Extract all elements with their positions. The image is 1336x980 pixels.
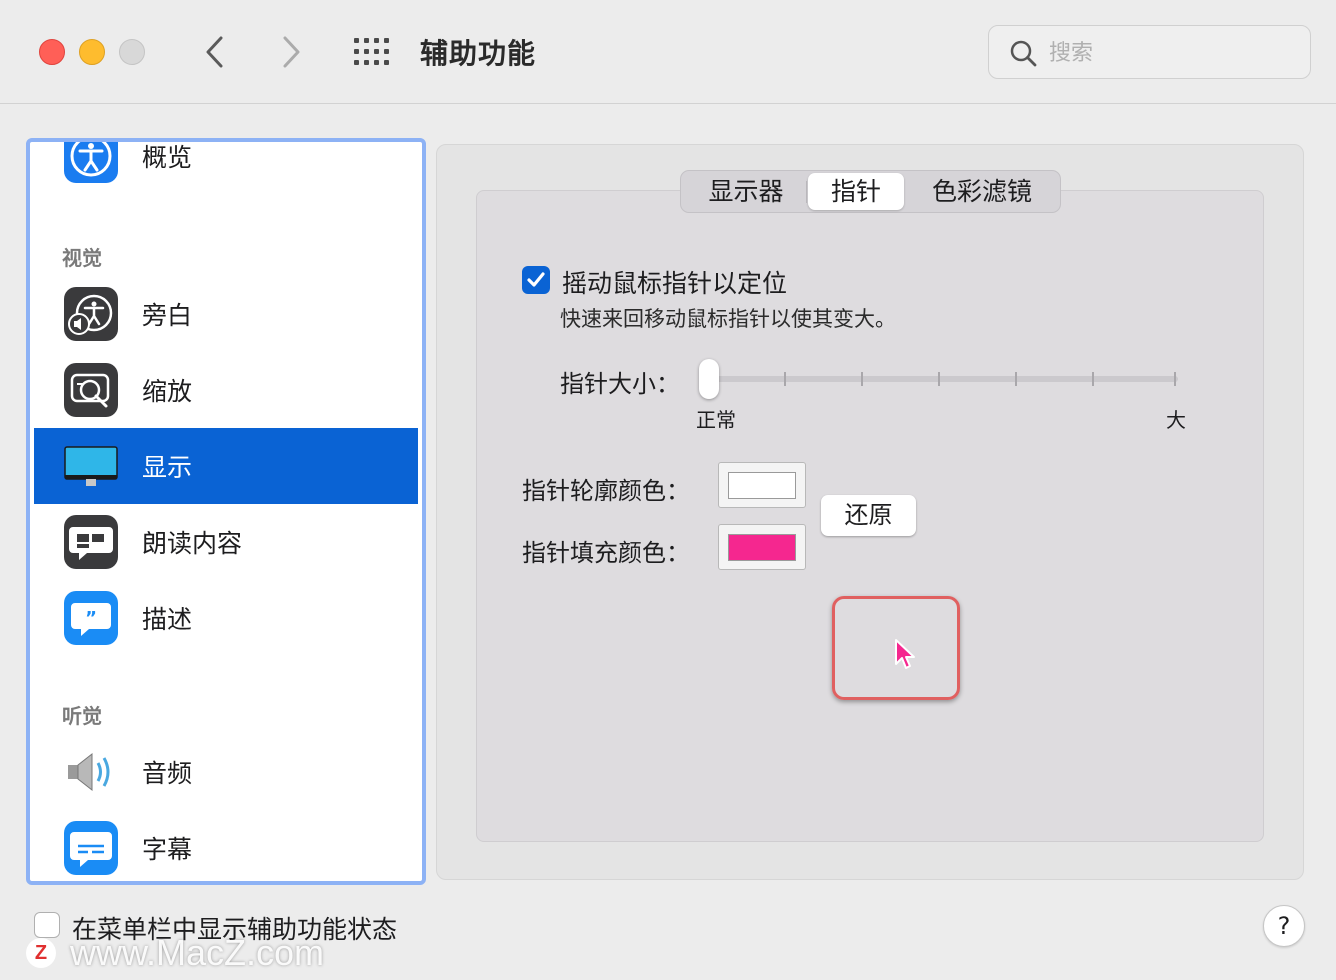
- svg-text:”: ”: [85, 608, 97, 629]
- slider-min-label: 正常: [696, 408, 736, 432]
- sidebar-item-label: 旁白: [142, 301, 193, 330]
- accessibility-icon: [64, 142, 118, 183]
- close-window-button[interactable]: [39, 39, 65, 65]
- zoom-icon: [64, 363, 118, 417]
- sidebar-item-audio[interactable]: 音频: [34, 734, 418, 810]
- window-title: 辅助功能: [420, 37, 537, 70]
- sidebar-item-label: 音频: [142, 759, 193, 788]
- descriptions-icon: ”: [64, 591, 118, 645]
- tab-display[interactable]: 显示器: [685, 173, 807, 210]
- shake-to-locate-description: 快速来回移动鼠标指针以使其变大。: [560, 307, 896, 331]
- sidebar-item-label: 描述: [142, 605, 193, 634]
- sidebar-item-descriptions[interactable]: ” 描述: [34, 580, 418, 656]
- pointer-fill-color-well[interactable]: [718, 524, 806, 570]
- shake-to-locate-label[interactable]: 摇动鼠标指针以定位: [562, 264, 787, 300]
- show-in-menubar-checkbox[interactable]: [34, 912, 60, 938]
- sidebar-item-label: 缩放: [142, 377, 193, 406]
- audio-speaker-icon: [68, 752, 110, 792]
- chevron-left-icon: [206, 36, 223, 68]
- shake-to-locate-checkbox[interactable]: [522, 266, 550, 294]
- outline-color-swatch: [728, 472, 796, 499]
- pointer-size-slider[interactable]: [708, 376, 1178, 382]
- help-button[interactable]: ?: [1263, 905, 1305, 947]
- sidebar-section-vision: 视觉: [62, 246, 102, 270]
- watermark-logo-icon: Z: [26, 938, 56, 968]
- checkmark-icon: [527, 272, 545, 287]
- tab-pointer[interactable]: 指针: [808, 173, 904, 210]
- chevron-right-icon: [283, 36, 300, 68]
- slider-tick: [1092, 372, 1094, 386]
- tab-color-filters[interactable]: 色彩滤镜: [907, 173, 1057, 210]
- sidebar-item-label: 字幕: [142, 835, 193, 864]
- minimize-window-button[interactable]: [79, 39, 105, 65]
- pointer-outline-color-well[interactable]: [718, 462, 806, 508]
- sidebar-item-voiceover[interactable]: 旁白: [34, 276, 418, 352]
- title-bar: 辅助功能: [0, 0, 1336, 104]
- watermark-text: www.MacZ.com: [70, 932, 325, 973]
- slider-max-label: 大: [1166, 408, 1186, 432]
- slider-tick: [784, 372, 786, 386]
- search-field[interactable]: [988, 25, 1311, 79]
- sidebar-item-display[interactable]: 显示: [34, 428, 418, 504]
- captions-icon: [64, 821, 118, 875]
- spoken-content-icon: [64, 515, 118, 569]
- search-input[interactable]: [1049, 36, 1289, 70]
- sidebar-item-zoom[interactable]: 缩放: [34, 352, 418, 428]
- show-all-button[interactable]: [352, 36, 392, 68]
- mouse-pointer-icon: [895, 639, 915, 669]
- slider-tick: [1015, 372, 1017, 386]
- pointer-size-slider-knob[interactable]: [699, 359, 719, 399]
- pointer-outline-color-label: 指针轮廓颜色：: [522, 477, 690, 505]
- tab-bar: 显示器 指针 色彩滤镜: [680, 170, 1061, 213]
- pointer-size-label: 指针大小：: [560, 370, 680, 398]
- sidebar-item-label: 朗读内容: [142, 529, 243, 558]
- sidebar-item-label: 概览: [142, 143, 193, 172]
- voiceover-icon: [64, 287, 118, 341]
- display-icon: [64, 446, 118, 486]
- grid-icon: [354, 38, 389, 65]
- slider-tick: [861, 372, 863, 386]
- tab-divider: [806, 181, 807, 203]
- forward-button[interactable]: [271, 30, 311, 74]
- sidebar-item-spoken-content[interactable]: 朗读内容: [34, 504, 418, 580]
- back-button[interactable]: [196, 30, 236, 74]
- fill-color-swatch: [728, 534, 796, 561]
- pointer-fill-color-label: 指针填充颜色：: [522, 539, 690, 567]
- slider-tick: [938, 372, 940, 386]
- sidebar[interactable]: 概览 视觉 旁白 缩放 显示 朗读内容 ” 描述 听觉 音频 字幕: [26, 138, 426, 885]
- sidebar-section-hearing: 听觉: [62, 704, 102, 728]
- slider-tick: [1174, 372, 1176, 386]
- search-icon: [1010, 40, 1037, 67]
- sidebar-item-captions[interactable]: 字幕: [34, 810, 418, 881]
- zoom-window-button[interactable]: [119, 39, 145, 65]
- sidebar-item-overview[interactable]: 概览: [34, 142, 418, 194]
- reset-colors-button[interactable]: 还原: [821, 495, 916, 536]
- sidebar-item-label: 显示: [142, 453, 193, 482]
